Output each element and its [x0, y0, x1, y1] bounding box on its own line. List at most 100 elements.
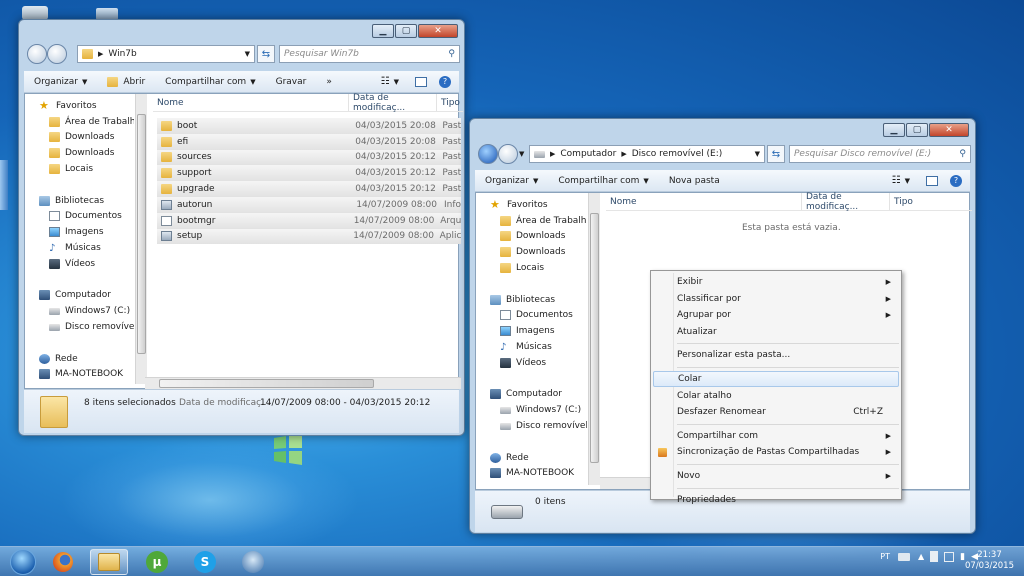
- menu-item-14[interactable]: Novo ▶: [653, 468, 899, 484]
- maximize-button[interactable]: ▢: [395, 24, 417, 38]
- menu-item-12[interactable]: Sincronização de Pastas Compartilhadas ▶: [653, 444, 899, 460]
- file-row[interactable]: autorun 14/07/2009 08:00 Info: [157, 197, 461, 213]
- column-name-header[interactable]: Nome: [153, 94, 349, 111]
- start-button[interactable]: [4, 549, 42, 575]
- recycle-bin-icon[interactable]: [22, 6, 48, 20]
- preview-pane-button[interactable]: [409, 76, 433, 87]
- taskbar-utorrent[interactable]: µ: [138, 549, 176, 575]
- burn-button[interactable]: Gravar: [266, 77, 317, 87]
- column-name-header[interactable]: Nome: [606, 193, 802, 210]
- nav-item-17[interactable]: MA-NOTEBOOK: [39, 367, 134, 383]
- column-date-header[interactable]: Data de modificaç...: [802, 192, 890, 212]
- nav-item-12[interactable]: Computador: [490, 387, 587, 403]
- nav-scrollbar[interactable]: [588, 193, 600, 485]
- search-input[interactable]: Pesquisar Win7b ⚲: [279, 45, 460, 63]
- chevron-down-icon[interactable]: ▼: [755, 150, 760, 158]
- refresh-button[interactable]: ⇆: [257, 45, 275, 63]
- nav-item-2[interactable]: Downloads: [490, 229, 587, 245]
- menu-item-11[interactable]: Compartilhar com ▶: [653, 428, 899, 444]
- close-button[interactable]: ✕: [929, 123, 969, 137]
- language-indicator[interactable]: PT: [880, 552, 890, 561]
- keyboard-icon[interactable]: [897, 552, 910, 561]
- organize-button[interactable]: Organizar ▼: [24, 77, 97, 87]
- nav-item-3[interactable]: Downloads: [39, 145, 134, 161]
- help-button[interactable]: ?: [433, 75, 459, 88]
- view-options-button[interactable]: ☷ ▼: [882, 175, 920, 186]
- battery-icon[interactable]: [930, 551, 939, 562]
- nav-scrollbar-thumb[interactable]: [137, 114, 146, 354]
- minimize-button[interactable]: ▁: [372, 24, 394, 38]
- close-button[interactable]: ✕: [418, 24, 458, 38]
- menu-item-16[interactable]: Propriedades: [653, 492, 899, 508]
- nav-item-13[interactable]: Windows7 (C:): [490, 402, 587, 418]
- file-row[interactable]: upgrade 04/03/2015 20:12 Past: [157, 181, 461, 197]
- action-center-icon[interactable]: [944, 551, 955, 562]
- file-row[interactable]: bootmgr 14/07/2009 08:00 Arqu: [157, 212, 461, 229]
- nav-item-12[interactable]: Computador: [39, 288, 134, 304]
- files-horizontal-scrollbar[interactable]: [600, 477, 656, 489]
- nav-item-14[interactable]: Disco removível (: [39, 319, 134, 335]
- files-horizontal-scrollbar[interactable]: [145, 377, 461, 389]
- nav-item-8[interactable]: Imagens: [490, 323, 587, 339]
- taskbar-explorer[interactable]: [90, 549, 128, 575]
- forward-button[interactable]: [498, 144, 518, 164]
- nav-item-7[interactable]: Documentos: [490, 308, 587, 324]
- search-icon[interactable]: ⚲: [448, 49, 455, 59]
- clock[interactable]: 21:37 07/03/2015: [965, 550, 1014, 572]
- menu-item-3[interactable]: Atualizar: [653, 324, 899, 340]
- organize-button[interactable]: Organizar ▼: [475, 176, 548, 186]
- minimize-button[interactable]: ▁: [883, 123, 905, 137]
- column-date-header[interactable]: Data de modificaç...: [349, 93, 437, 113]
- explorer-window-win7b[interactable]: ▁ ▢ ✕ ▶ Win7b ▼ ⇆ Pesquisar Win7b ⚲ Orga…: [18, 19, 465, 436]
- address-bar[interactable]: ▶ Win7b ▼: [77, 45, 255, 63]
- file-row[interactable]: sources 04/03/2015 20:12 Past: [157, 149, 461, 166]
- taskbar-firefox[interactable]: [44, 549, 82, 575]
- nav-item-14[interactable]: Disco removível (: [490, 418, 587, 434]
- back-button[interactable]: [27, 44, 47, 64]
- menu-item-0[interactable]: Exibir ▶: [653, 274, 899, 290]
- address-bar[interactable]: ▶ Computador ▶ Disco removível (E:) ▼: [529, 145, 765, 163]
- new-folder-button[interactable]: Nova pasta: [659, 176, 730, 186]
- nav-item-9[interactable]: ♪ Músicas: [39, 240, 134, 256]
- taskbar-skype[interactable]: S: [186, 549, 224, 575]
- breadcrumb-computer[interactable]: Computador: [560, 149, 616, 159]
- menu-item-7[interactable]: Colar: [653, 371, 899, 387]
- breadcrumb-removable-disk[interactable]: Disco removível (E:): [632, 149, 723, 159]
- file-row[interactable]: boot 04/03/2015 20:08 Past: [157, 118, 461, 134]
- nav-item-1[interactable]: Área de Trabalho: [490, 213, 587, 229]
- file-row[interactable]: efi 04/03/2015 20:08 Past: [157, 133, 461, 150]
- nav-item-17[interactable]: MA-NOTEBOOK: [490, 466, 587, 482]
- help-button[interactable]: ?: [944, 174, 970, 187]
- more-commands-button[interactable]: »: [316, 77, 342, 87]
- nav-scrollbar-thumb[interactable]: [590, 213, 599, 463]
- share-with-button[interactable]: Compartilhar com ▼: [548, 176, 658, 186]
- menu-item-1[interactable]: Classificar por ▶: [653, 291, 899, 307]
- chevron-down-icon[interactable]: ▼: [245, 50, 250, 58]
- recent-pages-icon[interactable]: ▼: [519, 150, 524, 158]
- nav-item-9[interactable]: ♪ Músicas: [490, 339, 587, 355]
- nav-item-7[interactable]: Documentos: [39, 209, 134, 225]
- search-icon[interactable]: ⚲: [959, 149, 966, 159]
- share-with-button[interactable]: Compartilhar com ▼: [155, 77, 265, 87]
- breadcrumb-win7b[interactable]: Win7b: [108, 49, 136, 59]
- nav-item-0[interactable]: ★ Favoritos: [490, 197, 587, 213]
- nav-item-4[interactable]: Locais: [490, 260, 587, 276]
- horizontal-scrollbar-thumb[interactable]: [159, 379, 374, 388]
- nav-item-8[interactable]: Imagens: [39, 224, 134, 240]
- nav-item-16[interactable]: Rede: [39, 351, 134, 367]
- nav-item-0[interactable]: ★ Favoritos: [39, 98, 134, 114]
- nav-item-13[interactable]: Windows7 (C:): [39, 303, 134, 319]
- nav-item-10[interactable]: Vídeos: [490, 355, 587, 371]
- taskbar-thunderbird[interactable]: [234, 549, 272, 575]
- open-button[interactable]: Abrir: [97, 76, 155, 87]
- search-input[interactable]: Pesquisar Disco removível (E:) ⚲: [789, 145, 971, 163]
- menu-item-2[interactable]: Agrupar por ▶: [653, 307, 899, 323]
- refresh-button[interactable]: ⇆: [767, 145, 785, 163]
- nav-item-3[interactable]: Downloads: [490, 244, 587, 260]
- forward-button[interactable]: [47, 44, 67, 64]
- file-row[interactable]: setup 14/07/2009 08:00 Aplic: [157, 228, 461, 245]
- preview-pane-button[interactable]: [920, 175, 944, 186]
- menu-item-5[interactable]: Personalizar esta pasta...: [653, 347, 899, 363]
- menu-item-8[interactable]: Colar atalho: [653, 388, 899, 404]
- maximize-button[interactable]: ▢: [906, 123, 928, 137]
